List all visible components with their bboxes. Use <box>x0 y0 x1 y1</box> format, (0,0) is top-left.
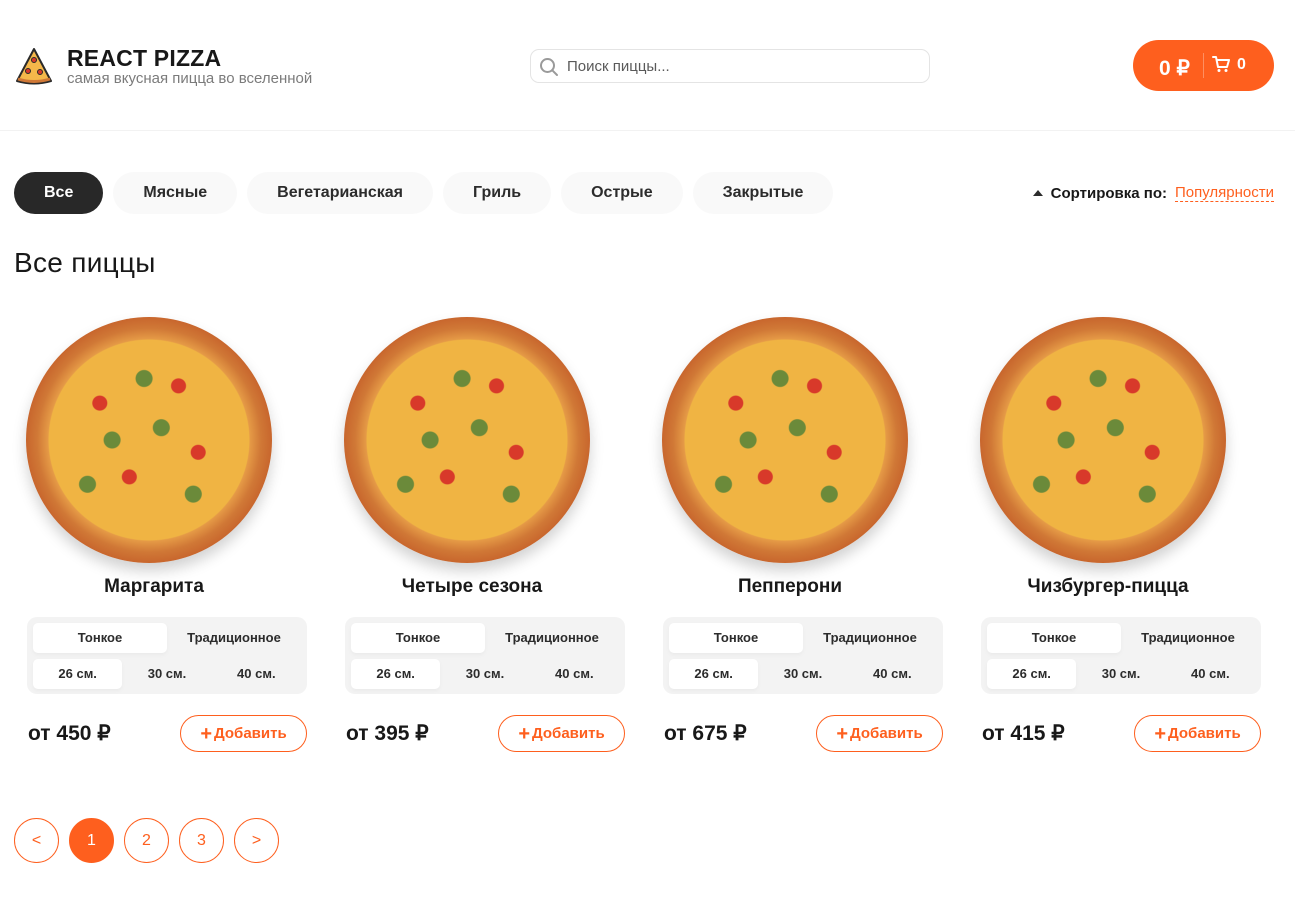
dough-traditional[interactable]: Традиционное <box>485 623 619 653</box>
add-label: Добавить <box>1168 725 1241 742</box>
pizza-options: Тонкое Традиционное 26 см. 30 см. 40 см. <box>981 617 1261 694</box>
add-button[interactable]: + Добавить <box>1134 715 1261 752</box>
category-tabs: Все Мясные Вегетарианская Гриль Острые З… <box>14 172 834 214</box>
cart-total: 0 ₽ <box>1159 57 1190 80</box>
size-30[interactable]: 30 см. <box>758 659 847 689</box>
page-prev-button[interactable]: < <box>14 818 59 863</box>
size-40[interactable]: 40 см. <box>848 659 937 689</box>
page-3-button[interactable]: 3 <box>179 818 224 863</box>
size-40[interactable]: 40 см. <box>1166 659 1255 689</box>
add-button[interactable]: + Добавить <box>816 715 943 752</box>
add-button[interactable]: + Добавить <box>498 715 625 752</box>
section-title: Все пиццы <box>14 247 156 278</box>
pizza-card: Пепперони Тонкое Традиционное 26 см. 30 … <box>650 305 943 765</box>
size-40[interactable]: 40 см. <box>530 659 619 689</box>
pizza-image <box>344 317 590 563</box>
pizza-price: от 675 ₽ <box>664 722 747 745</box>
pizza-card: Четыре сезона Тонкое Традиционное 26 см.… <box>332 305 625 765</box>
brand-subtitle: самая вкусная пицца во вселенной <box>67 70 313 87</box>
add-label: Добавить <box>532 725 605 742</box>
size-26[interactable]: 26 см. <box>669 659 759 689</box>
plus-icon: + <box>1154 723 1167 745</box>
size-30[interactable]: 30 см. <box>440 659 529 689</box>
size-26[interactable]: 26 см. <box>33 659 123 689</box>
search-box[interactable] <box>530 49 930 83</box>
pizza-price: от 415 ₽ <box>982 722 1065 745</box>
dough-thin[interactable]: Тонкое <box>669 623 803 653</box>
size-26[interactable]: 26 см. <box>351 659 441 689</box>
pizza-options: Тонкое Традиционное 26 см. 30 см. 40 см. <box>27 617 307 694</box>
dough-traditional[interactable]: Традиционное <box>167 623 301 653</box>
pizza-card: Маргарита Тонкое Традиционное 26 см. 30 … <box>14 305 307 765</box>
sort-arrow-icon[interactable] <box>1032 190 1043 196</box>
category-vegetarian[interactable]: Вегетарианская <box>247 172 434 214</box>
category-closed[interactable]: Закрытые <box>692 172 834 214</box>
plus-icon: + <box>518 723 531 745</box>
pizza-name: Четыре сезона <box>401 576 543 597</box>
pizza-image <box>662 317 908 563</box>
size-26[interactable]: 26 см. <box>987 659 1077 689</box>
header: REACT PIZZA самая вкусная пицца во вселе… <box>0 0 1295 131</box>
pizza-image <box>26 317 272 563</box>
pizza-name: Пепперони <box>737 576 843 597</box>
page-1-button[interactable]: 1 <box>69 818 114 863</box>
brand-title[interactable]: REACT PIZZA <box>67 45 221 72</box>
sort-label: Сортировка по: <box>1050 184 1167 202</box>
cart-count: 0 <box>1237 56 1246 73</box>
plus-icon: + <box>200 723 213 745</box>
category-meat[interactable]: Мясные <box>113 172 238 214</box>
pizza-name: Маргарита <box>104 576 204 597</box>
page-next-button[interactable]: > <box>234 818 279 863</box>
cart-button[interactable]: 0 ₽ 0 <box>1133 40 1274 91</box>
size-40[interactable]: 40 см. <box>212 659 301 689</box>
pizza-grid: Маргарита Тонкое Традиционное 26 см. 30 … <box>0 305 1295 765</box>
dough-traditional[interactable]: Традиционное <box>1121 623 1255 653</box>
size-30[interactable]: 30 см. <box>122 659 211 689</box>
pizza-logo-icon[interactable] <box>14 46 54 86</box>
pizza-card: Чизбургер-пицца Тонкое Традиционное 26 с… <box>968 305 1261 765</box>
add-label: Добавить <box>214 725 287 742</box>
pizza-name: Чизбургер-пицца <box>1027 576 1189 597</box>
cart-divider <box>1203 53 1204 78</box>
pizza-options: Тонкое Традиционное 26 см. 30 см. 40 см. <box>663 617 943 694</box>
page-2-button[interactable]: 2 <box>124 818 169 863</box>
pizza-options: Тонкое Традиционное 26 см. 30 см. 40 см. <box>345 617 625 694</box>
dough-thin[interactable]: Тонкое <box>351 623 485 653</box>
size-30[interactable]: 30 см. <box>1076 659 1165 689</box>
pizza-image <box>980 317 1226 563</box>
category-all[interactable]: Все <box>14 172 104 214</box>
search-input[interactable] <box>567 55 922 77</box>
dough-thin[interactable]: Тонкое <box>33 623 167 653</box>
pizza-price: от 395 ₽ <box>346 722 429 745</box>
dough-thin[interactable]: Тонкое <box>987 623 1121 653</box>
category-spicy[interactable]: Острые <box>561 172 683 214</box>
add-label: Добавить <box>850 725 923 742</box>
sort-control: Сортировка по: Популярности <box>1032 184 1274 202</box>
pagination: < 1 2 3 > <box>14 818 279 863</box>
cart-icon <box>1212 56 1230 72</box>
category-grill[interactable]: Гриль <box>443 172 552 214</box>
dough-traditional[interactable]: Традиционное <box>803 623 937 653</box>
add-button[interactable]: + Добавить <box>180 715 307 752</box>
pizza-price: от 450 ₽ <box>28 722 111 745</box>
plus-icon: + <box>836 723 849 745</box>
sort-value[interactable]: Популярности <box>1174 184 1274 202</box>
search-icon <box>540 58 558 76</box>
